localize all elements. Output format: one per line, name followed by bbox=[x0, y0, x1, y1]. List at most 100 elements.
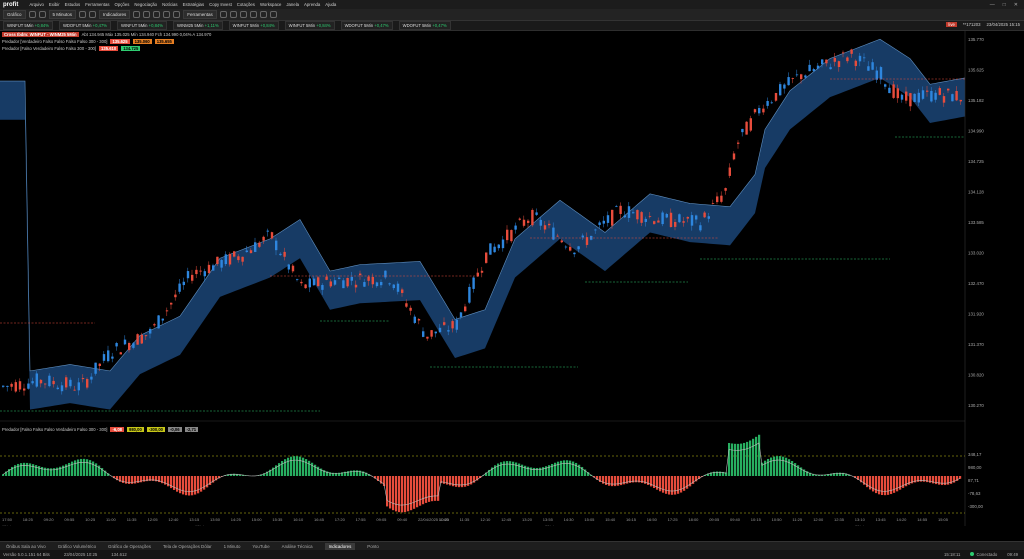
chart-button[interactable]: Gráfico bbox=[3, 10, 26, 19]
grid-icon[interactable] bbox=[38, 11, 46, 18]
menu-item-workspace[interactable]: Workspace bbox=[260, 2, 281, 7]
quote-tab[interactable]: WINFUT 5Min +0,84% bbox=[284, 21, 335, 30]
menu-item-estudos[interactable]: Estudos bbox=[65, 2, 81, 7]
tab-youtube[interactable]: YouTube bbox=[252, 544, 269, 549]
histogram-bar bbox=[23, 462, 26, 476]
text-tool-icon[interactable] bbox=[239, 11, 247, 18]
candle bbox=[228, 253, 232, 265]
histogram-bar bbox=[17, 463, 20, 476]
tab-volumetrico[interactable]: Gráfico Volumétrico bbox=[58, 544, 96, 549]
menu-item-estrategias[interactable]: Estratégias bbox=[183, 2, 205, 7]
histogram-bar bbox=[665, 476, 668, 494]
tab-onibus[interactable]: Ônibus Sala ao Vivo bbox=[6, 544, 46, 549]
chart-symbol[interactable]: Cross Ibdm: WINFUT - WINM25 5Min bbox=[2, 32, 79, 37]
menu-item-cotacoes[interactable]: Cotações bbox=[237, 2, 255, 7]
eraser-icon[interactable] bbox=[269, 11, 277, 18]
menu-item-ajuda[interactable]: Ajuda bbox=[325, 2, 336, 7]
time-axis-label: 14:55 bbox=[917, 517, 928, 522]
menu-item-copy-invest[interactable]: Copy Invest bbox=[209, 2, 232, 7]
price-chart[interactable]: 135.770135.625135.182134.990134.725134.1… bbox=[0, 31, 1024, 529]
tab-1-minuto[interactable]: 1 Minuto bbox=[224, 544, 241, 549]
zoom-in-icon[interactable] bbox=[133, 11, 141, 18]
candle bbox=[321, 285, 324, 290]
candle bbox=[564, 246, 568, 248]
oscillator-label[interactable]: Predador [Falso Falso Falso Verdadeiro F… bbox=[2, 427, 107, 432]
quote-tab[interactable]: WINFUT 5Min +0,84% bbox=[228, 21, 279, 30]
zoom-out-icon[interactable] bbox=[143, 11, 151, 18]
candle bbox=[6, 385, 9, 387]
indicator-label-1[interactable]: Predador [Verdadeiro Falso Falso Falso F… bbox=[2, 39, 107, 44]
candle bbox=[409, 307, 412, 311]
tab-operacoes-dolar[interactable]: Tela de Operações Dólar bbox=[163, 544, 212, 549]
line-tool-icon[interactable] bbox=[219, 11, 227, 18]
tab-analise-tecnica[interactable]: Análise Técnica bbox=[282, 544, 313, 549]
price-axis-label: 133.585 bbox=[968, 220, 984, 225]
menu-item-opcoes[interactable]: Opções bbox=[115, 2, 130, 7]
quote-tab[interactable]: WDOFUT 5Min +0,47% bbox=[398, 21, 451, 30]
candle bbox=[23, 388, 26, 391]
candle bbox=[233, 251, 236, 257]
candle bbox=[102, 354, 106, 361]
histogram-bar bbox=[89, 460, 92, 476]
datetime: 23/04/2025 15:15 bbox=[986, 22, 1020, 27]
menu-item-janela[interactable]: Janela bbox=[286, 2, 299, 7]
histogram-bar bbox=[431, 476, 434, 502]
menu-item-aprenda[interactable]: Aprenda bbox=[304, 2, 320, 7]
candle bbox=[48, 375, 51, 387]
arrow-tool-icon[interactable] bbox=[259, 11, 267, 18]
histogram-bar bbox=[308, 460, 311, 476]
date-label: 15/abr bbox=[2, 524, 14, 526]
candle bbox=[287, 264, 290, 270]
menu-item-noticias[interactable]: Notícias bbox=[162, 2, 178, 7]
rectangle-tool-icon[interactable] bbox=[249, 11, 257, 18]
menu-item-exibir[interactable]: Exibir bbox=[49, 2, 60, 7]
quote-tab[interactable]: WINFUT 5Min +0,84% bbox=[117, 21, 167, 30]
minimize-icon[interactable]: — bbox=[990, 2, 995, 8]
candle bbox=[770, 102, 773, 104]
histogram-bar bbox=[563, 460, 566, 476]
time-axis-label: 16:50 bbox=[647, 517, 658, 522]
interval-select[interactable]: 5 Minutos bbox=[48, 10, 77, 19]
menu-item-ferramentas[interactable]: Ferramentas bbox=[85, 2, 109, 7]
tab-operacoes[interactable]: Gráfico de Operações bbox=[108, 544, 151, 549]
layout-icon[interactable] bbox=[28, 11, 36, 18]
time-axis-label: 11:00 bbox=[106, 517, 116, 522]
quote-tab[interactable]: WINFUT 5Min +0,84% bbox=[3, 21, 53, 30]
candle bbox=[753, 109, 757, 113]
candle bbox=[808, 64, 811, 72]
fibonacci-icon[interactable] bbox=[229, 11, 237, 18]
candle bbox=[422, 331, 425, 337]
crosshair-icon[interactable] bbox=[153, 11, 161, 18]
histogram-bar bbox=[425, 476, 428, 503]
time-axis-label: 15:05 bbox=[938, 517, 949, 522]
maximize-icon[interactable]: □ bbox=[1003, 2, 1006, 8]
time-axis-label: 11:35 bbox=[127, 517, 137, 522]
candle bbox=[107, 350, 110, 362]
status-date: 23/04/2025 10:25 bbox=[63, 552, 98, 557]
value-chip: -2,71 bbox=[184, 427, 199, 432]
chart-area[interactable]: 135.770 135.625 135.182 134.990 134.725 134.1… bbox=[0, 31, 1024, 529]
menu-item-arquivo[interactable]: Arquivo bbox=[29, 2, 44, 7]
settings-icon[interactable] bbox=[173, 11, 181, 18]
status-time: 15:18:11 bbox=[944, 552, 961, 557]
quote-tab[interactable]: WINM25 5Min +1,11% bbox=[172, 21, 223, 30]
status-right: live **171203 23/04/2025 15:15 bbox=[946, 22, 1020, 27]
menu-item-negociacao[interactable]: Negociação bbox=[134, 2, 157, 7]
histogram-bar bbox=[668, 476, 671, 495]
close-icon[interactable]: ✕ bbox=[1014, 2, 1018, 8]
indicators-button[interactable]: Indicadores bbox=[99, 10, 131, 19]
quote-tab[interactable]: WDOFUT 5Min +0,47% bbox=[340, 21, 393, 30]
candle-icon[interactable] bbox=[79, 11, 87, 18]
quote-tab[interactable]: WDOFUT 5Min +0,47% bbox=[58, 21, 111, 30]
candle bbox=[854, 60, 857, 67]
indicator-label-2[interactable]: Predador [Falso Verdadeiro Falso Falso 3… bbox=[2, 46, 96, 51]
histogram-bar bbox=[500, 462, 503, 476]
tab-indicadores[interactable]: Indicadores bbox=[324, 542, 356, 550]
tab-ponto[interactable]: Ponto bbox=[367, 544, 378, 549]
tools-button[interactable]: Ferramentas bbox=[183, 10, 217, 19]
candle bbox=[443, 322, 446, 325]
bar-type-icon[interactable] bbox=[89, 11, 97, 18]
candle bbox=[829, 67, 832, 70]
candle bbox=[216, 256, 219, 264]
magnet-icon[interactable] bbox=[163, 11, 171, 18]
